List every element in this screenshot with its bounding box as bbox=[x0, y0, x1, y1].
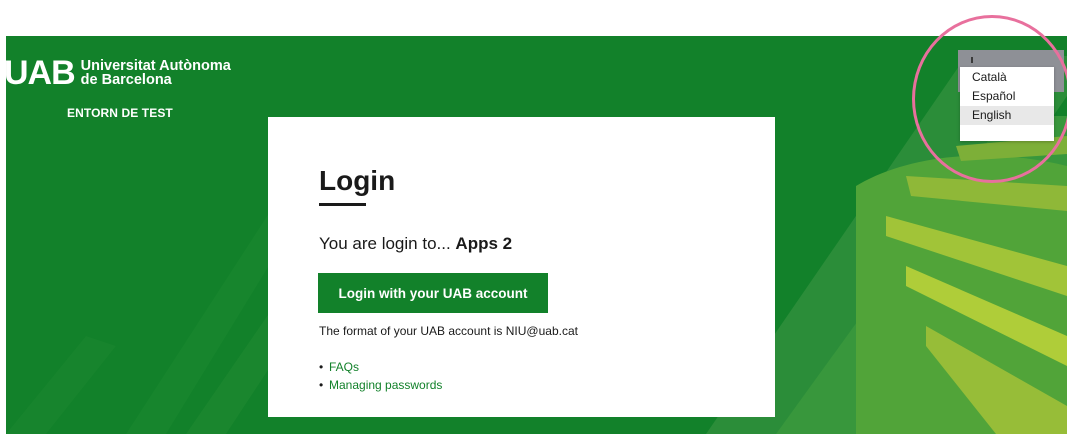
login-target-prefix: You are login to... bbox=[319, 234, 456, 253]
title-underline bbox=[319, 203, 366, 206]
list-item: • FAQs bbox=[319, 358, 442, 376]
logo-mark: UAB bbox=[6, 54, 76, 92]
annotation-circle bbox=[912, 15, 1067, 183]
account-format-note: The format of your UAB account is NIU@ua… bbox=[319, 324, 578, 338]
environment-label: ENTORN DE TEST bbox=[67, 106, 173, 120]
list-item: • Managing passwords bbox=[319, 376, 442, 394]
logo-line-1: Universitat Autònoma bbox=[80, 58, 231, 74]
bullet-icon: • bbox=[319, 360, 324, 374]
login-card: Login You are login to... Apps 2 Login w… bbox=[268, 117, 775, 417]
faqs-link[interactable]: FAQs bbox=[329, 360, 359, 374]
login-target: You are login to... Apps 2 bbox=[319, 234, 512, 254]
login-uab-button[interactable]: Login with your UAB account bbox=[318, 273, 548, 313]
help-links: • FAQs • Managing passwords bbox=[319, 358, 442, 394]
app-name: Apps 2 bbox=[455, 234, 513, 253]
uab-logo[interactable]: UAB Universitat Autònoma de Barcelona bbox=[6, 54, 231, 92]
managing-passwords-link[interactable]: Managing passwords bbox=[329, 378, 442, 392]
page-title: Login bbox=[319, 165, 396, 196]
logo-text: Universitat Autònoma de Barcelona bbox=[80, 58, 231, 88]
logo-line-2: de Barcelona bbox=[80, 72, 172, 88]
bullet-icon: • bbox=[319, 378, 324, 392]
